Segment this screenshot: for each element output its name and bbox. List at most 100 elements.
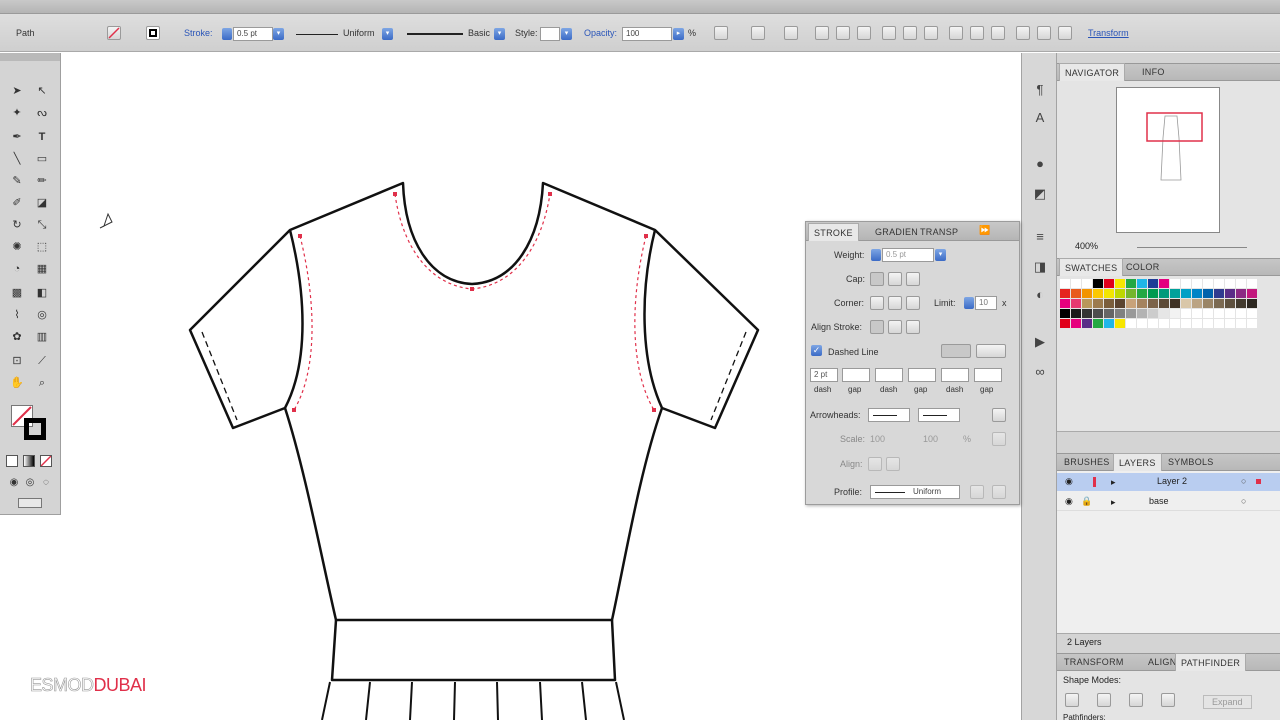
color-swatch[interactable] xyxy=(1060,299,1070,308)
gap-2-field[interactable] xyxy=(908,368,936,382)
color-swatch[interactable] xyxy=(1137,309,1147,318)
color-swatch[interactable] xyxy=(1104,309,1114,318)
gradient-mode-icon[interactable] xyxy=(23,455,35,467)
color-swatch[interactable] xyxy=(1148,299,1158,308)
color-swatch[interactable] xyxy=(1093,299,1103,308)
actions-icon[interactable]: ▶ xyxy=(1031,333,1049,351)
layer-name[interactable]: Layer 2 xyxy=(1157,476,1187,486)
preserve-dash-icon[interactable] xyxy=(941,344,971,358)
navigator-zoom-slider[interactable] xyxy=(1137,247,1247,248)
color-swatch[interactable] xyxy=(1159,289,1169,298)
minus-front-icon[interactable] xyxy=(1097,693,1111,707)
target-circle-icon[interactable]: ○ xyxy=(1241,476,1246,486)
color-swatch[interactable] xyxy=(1126,279,1136,288)
flip-along-icon[interactable] xyxy=(970,485,984,499)
opacity-label[interactable]: Opacity: xyxy=(584,27,617,39)
color-swatch[interactable] xyxy=(1214,279,1224,288)
color-swatch[interactable] xyxy=(1148,289,1158,298)
color-swatch[interactable] xyxy=(1192,289,1202,298)
color-swatch[interactable] xyxy=(1214,289,1224,298)
tab-transform[interactable]: TRANSFORM xyxy=(1059,653,1129,671)
layer-row[interactable]: ◉ ▸ Layer 2 ○ xyxy=(1057,473,1280,491)
color-swatch[interactable] xyxy=(1170,289,1180,298)
color-swatch[interactable] xyxy=(1104,279,1114,288)
gap-3-field[interactable] xyxy=(974,368,1002,382)
brush-dropdown-arrow[interactable]: ▾ xyxy=(494,28,505,40)
magic-wand-tool-icon[interactable]: ✦ xyxy=(7,103,27,123)
column-graph-tool-icon[interactable]: ▥ xyxy=(32,327,52,347)
tab-navigator[interactable]: NAVIGATOR xyxy=(1059,63,1126,81)
color-swatch[interactable] xyxy=(1060,289,1070,298)
stroke-color-box[interactable] xyxy=(24,418,46,440)
paragraph-icon[interactable]: ¶ xyxy=(1031,81,1049,99)
end-arrowhead-dropdown[interactable] xyxy=(918,408,960,422)
stroke-weight-dropdown[interactable]: ▾ xyxy=(273,28,284,40)
style-swatch[interactable] xyxy=(540,27,560,41)
profile-dropdown-arrow[interactable]: ▾ xyxy=(382,28,393,40)
zoom-tool-icon[interactable]: ⌕ xyxy=(32,373,52,393)
color-swatch[interactable] xyxy=(1236,299,1246,308)
blob-brush-tool-icon[interactable]: ✐ xyxy=(7,193,27,213)
distribute-right-icon[interactable] xyxy=(1058,26,1072,40)
line-tool-icon[interactable]: ╲ xyxy=(7,149,27,169)
tab-layers[interactable]: LAYERS xyxy=(1113,453,1162,471)
free-transform-tool-icon[interactable]: ⬚ xyxy=(32,237,52,257)
gap-1-field[interactable] xyxy=(842,368,870,382)
color-swatch[interactable] xyxy=(1082,319,1092,328)
color-swatch[interactable] xyxy=(1181,279,1191,288)
round-join-icon[interactable] xyxy=(888,296,902,310)
tab-brushes[interactable]: BRUSHES xyxy=(1059,453,1115,471)
stroke-label[interactable]: Stroke: xyxy=(184,27,213,39)
appearance-icon[interactable]: ● xyxy=(1031,155,1049,173)
tab-stroke[interactable]: STROKE xyxy=(808,223,859,241)
artboard-tool-icon[interactable]: ⊡ xyxy=(7,351,27,371)
scale-start-field[interactable]: 100 xyxy=(870,433,885,445)
color-swatch[interactable] xyxy=(1060,309,1070,318)
color-swatch[interactable] xyxy=(1214,309,1224,318)
color-swatch[interactable] xyxy=(1082,289,1092,298)
color-swatch[interactable] xyxy=(1104,319,1114,328)
neckline-stitch-selected[interactable] xyxy=(394,193,551,290)
shape-builder-tool-icon[interactable]: ◔ xyxy=(7,259,27,279)
color-swatch[interactable] xyxy=(1192,279,1202,288)
distribute-top-icon[interactable] xyxy=(949,26,963,40)
layer-name[interactable]: base xyxy=(1149,496,1169,506)
paintbrush-tool-icon[interactable]: ✎ xyxy=(7,171,27,191)
stroke-weight-field[interactable]: 0.5 pt xyxy=(233,27,273,41)
eraser-tool-icon[interactable]: ◪ xyxy=(32,193,52,213)
color-swatch[interactable] xyxy=(1203,279,1213,288)
align-bottom-icon[interactable] xyxy=(924,26,938,40)
perspective-grid-tool-icon[interactable]: ▦ xyxy=(32,259,52,279)
transform-link[interactable]: Transform xyxy=(1088,27,1129,39)
hand-tool-icon[interactable]: ✋ xyxy=(7,373,27,393)
fill-swatch[interactable] xyxy=(107,26,121,40)
color-swatch[interactable] xyxy=(1192,299,1202,308)
arrow-tip-beyond-icon[interactable] xyxy=(868,457,882,471)
tab-transparency[interactable]: TRANSP xyxy=(915,223,963,241)
intersect-icon[interactable] xyxy=(1129,693,1143,707)
links-icon[interactable]: ∞ xyxy=(1031,363,1049,381)
tab-info[interactable]: INFO xyxy=(1137,63,1170,81)
dash-1-field[interactable]: 2 pt xyxy=(810,368,838,382)
color-swatch[interactable] xyxy=(1170,319,1180,328)
start-arrowhead-dropdown[interactable] xyxy=(868,408,910,422)
target-circle-icon[interactable]: ○ xyxy=(1241,496,1246,506)
color-swatch[interactable] xyxy=(1181,289,1191,298)
color-swatch[interactable] xyxy=(1148,319,1158,328)
color-swatch[interactable] xyxy=(1225,299,1235,308)
color-swatch[interactable] xyxy=(1126,299,1136,308)
navigator-zoom[interactable]: 400% xyxy=(1075,241,1098,251)
color-swatch[interactable] xyxy=(1071,319,1081,328)
color-swatch[interactable] xyxy=(1181,309,1191,318)
color-swatch[interactable] xyxy=(1247,279,1257,288)
butt-cap-icon[interactable] xyxy=(870,272,884,286)
arrow-tip-at-end-icon[interactable] xyxy=(886,457,900,471)
color-mode-icon[interactable] xyxy=(6,455,18,467)
distribute-center-icon[interactable] xyxy=(1037,26,1051,40)
color-swatch[interactable] xyxy=(1236,279,1246,288)
warp-tool-icon[interactable]: ✺ xyxy=(7,237,27,257)
distribute-left-icon[interactable] xyxy=(1016,26,1030,40)
stroke-swatch[interactable] xyxy=(146,26,160,40)
color-swatch[interactable] xyxy=(1159,319,1169,328)
brush-dropdown[interactable]: Basic xyxy=(468,27,490,39)
